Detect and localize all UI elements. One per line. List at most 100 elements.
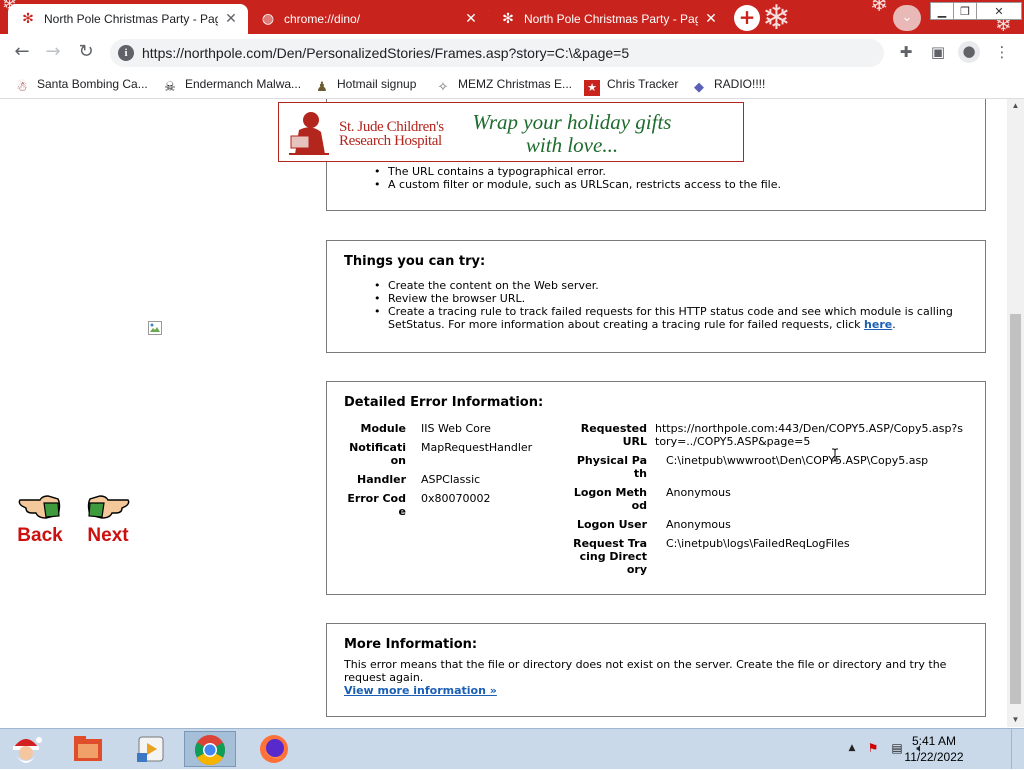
st-jude-banner-ad[interactable]: St. Jude Children's Research Hospital Wr… [278,102,744,162]
tray-flag-icon[interactable]: ⚑ [866,741,880,755]
close-tab-icon[interactable]: ✕ [463,11,479,27]
tab-title: North Pole Christmas Party - Page 5 [524,12,698,26]
taskbar-firefox[interactable] [250,731,298,767]
detail-table: Module IIS Web Core Notification MapRequ… [327,422,987,592]
things-to-try-list: Create the content on the Web server. Re… [374,279,969,331]
diamond-icon: ◆ [694,80,704,95]
santa-icon: ☃ [16,80,28,95]
taskbar-chrome[interactable] [184,731,236,767]
here-link[interactable]: here [864,318,892,331]
tab-chrome-dino[interactable]: ◍ chrome://dino/ ✕ [248,4,488,34]
close-tab-icon[interactable]: ✕ [703,11,719,27]
next-button[interactable]: Next [78,491,138,546]
windows-taskbar: ▲ ⚑ ▤ 🔈︎ 5:41 AM 11/22/2022 [0,728,1024,769]
bookmark-memz[interactable]: ✧ MEMZ Christmas E... [435,74,573,95]
pointing-hand-right-icon [87,495,130,519]
side-panel-icon[interactable]: ▣ [928,42,948,62]
detail-key: Module [360,422,406,435]
chrome-icon [194,735,226,766]
firefox-icon [260,735,288,763]
detail-key: Request Tracing Directory [573,537,647,576]
star-icon: ★ [584,80,600,96]
detail-key: Logon Method [573,486,647,512]
bookmark-label: Hotmail signup [337,77,417,91]
view-more-information-link[interactable]: View more information » [344,684,497,697]
santa-start-icon [13,737,42,763]
text-cursor-icon [832,448,838,462]
bookmark-endermanch[interactable]: ☠ Endermanch Malwa... [162,74,302,95]
bookmark-label: Endermanch Malwa... [185,77,302,91]
detail-key: Notification [349,441,406,467]
snowflake-icon: ✻ [22,11,34,27]
forward-arrow-icon[interactable]: → [41,40,65,64]
page-viewport: The URL contains a typographical error. … [0,99,1024,727]
start-button[interactable] [4,731,48,767]
url-input[interactable] [142,43,862,63]
detail-value: IIS Web Core [421,422,491,435]
site-info-icon[interactable]: i [118,45,134,61]
tab-north-pole-active[interactable]: ✻ North Pole Christmas Party - Page 5 ✕ [8,4,248,34]
bookmark-label: MEMZ Christmas E... [458,77,573,91]
bookmark-radio[interactable]: ◆ RADIO!!!! [691,74,766,95]
restore-button[interactable]: ❐ [953,2,977,20]
cause-item: A custom filter or module, such as URLSc… [374,178,969,191]
things-to-try-heading: Things you can try: [344,254,486,269]
tab-north-pole-2[interactable]: ✻ North Pole Christmas Party - Page 5 ✕ [488,4,728,34]
detail-key: Handler [357,473,406,486]
minimize-button[interactable]: ▁ [930,2,954,20]
things-to-try-box: Things you can try: Create the content o… [326,240,986,353]
scroll-up-arrow-icon[interactable]: ▲ [1007,99,1024,113]
back-arrow-icon[interactable]: ← [10,40,34,64]
back-button[interactable]: Back [10,491,70,546]
close-window-button[interactable]: ✕ [976,2,1022,20]
detail-value: ASPClassic [421,473,481,486]
tab-title: North Pole Christmas Party - Page 5 [44,12,218,26]
bookmark-chris-tracker[interactable]: ★ Chris Tracker [584,74,679,96]
broken-image-icon [148,321,162,335]
detailed-error-box: Detailed Error Information: Module IIS W… [326,381,986,595]
scrollbar-thumb[interactable] [1010,314,1021,704]
profile-avatar-icon[interactable]: ● [958,41,980,63]
cause-item: The URL contains a typographical error. [374,165,969,178]
person-icon: ♟ [316,80,328,95]
tab-search-button[interactable]: ⌄ [893,5,921,31]
taskbar-media-player[interactable] [126,731,174,767]
scroll-down-arrow-icon[interactable]: ▼ [1007,713,1024,727]
next-label: Next [87,525,129,546]
close-tab-icon[interactable]: ✕ [223,11,239,27]
bookmarks-bar: ☃ Santa Bombing Ca... ☠ Endermanch Malwa..… [0,70,1024,99]
detail-value: https://northpole.com:443/Den/COPY5.ASP/… [655,422,963,448]
snowflake-icon: ✻ [502,11,514,27]
bookmark-label: RADIO!!!! [714,77,766,91]
bookmark-hotmail[interactable]: ♟ Hotmail signup [314,74,417,95]
bookmark-santa-bombing[interactable]: ☃ Santa Bombing Ca... [14,74,148,95]
slogan-line-2: with love... [525,133,619,157]
bookmark-label: Chris Tracker [607,77,679,91]
browser-toolbar: ← → ↻ i ✚ ▣ ● ⋮ [0,34,1024,70]
org-line-1: St. Jude Children's [339,119,444,135]
detail-value: MapRequestHandler [421,441,533,454]
taskbar-file-explorer[interactable] [64,731,112,767]
try-item: Create the content on the Web server. [374,279,969,292]
page-scrollbar[interactable]: ▲ ▼ [1007,99,1024,727]
detail-key: Requested URL [580,422,647,448]
reload-icon[interactable]: ↻ [74,40,98,64]
snowflake-decoration-icon: ❄ [762,0,791,34]
tray-expand-chevron-icon[interactable]: ▲ [845,741,859,755]
menu-kebab-icon[interactable]: ⋮ [992,42,1012,62]
new-tab-button[interactable]: + [734,5,760,31]
tab-title: chrome://dino/ [284,12,361,26]
address-bar[interactable]: i [110,39,884,67]
taskbar-clock[interactable]: 5:41 AM 11/22/2022 [894,733,974,765]
show-desktop-button[interactable] [1011,729,1024,769]
detail-key: Physical Path [576,454,647,480]
banner-slogan: Wrap your holiday gifts with love... [457,111,687,157]
skull-icon: ☠ [164,80,176,95]
globe-icon: ◍ [261,11,275,27]
detail-value: Anonymous [666,518,731,531]
tracing-end: . [892,318,896,331]
extensions-puzzle-icon[interactable]: ✚ [896,42,916,62]
detail-value: C:\inetpub\wwwroot\Den\COPY5.ASP\Copy5.a… [666,454,929,467]
pointing-hand-left-icon [18,495,61,519]
more-information-box: More Information: This error means that … [326,623,986,717]
